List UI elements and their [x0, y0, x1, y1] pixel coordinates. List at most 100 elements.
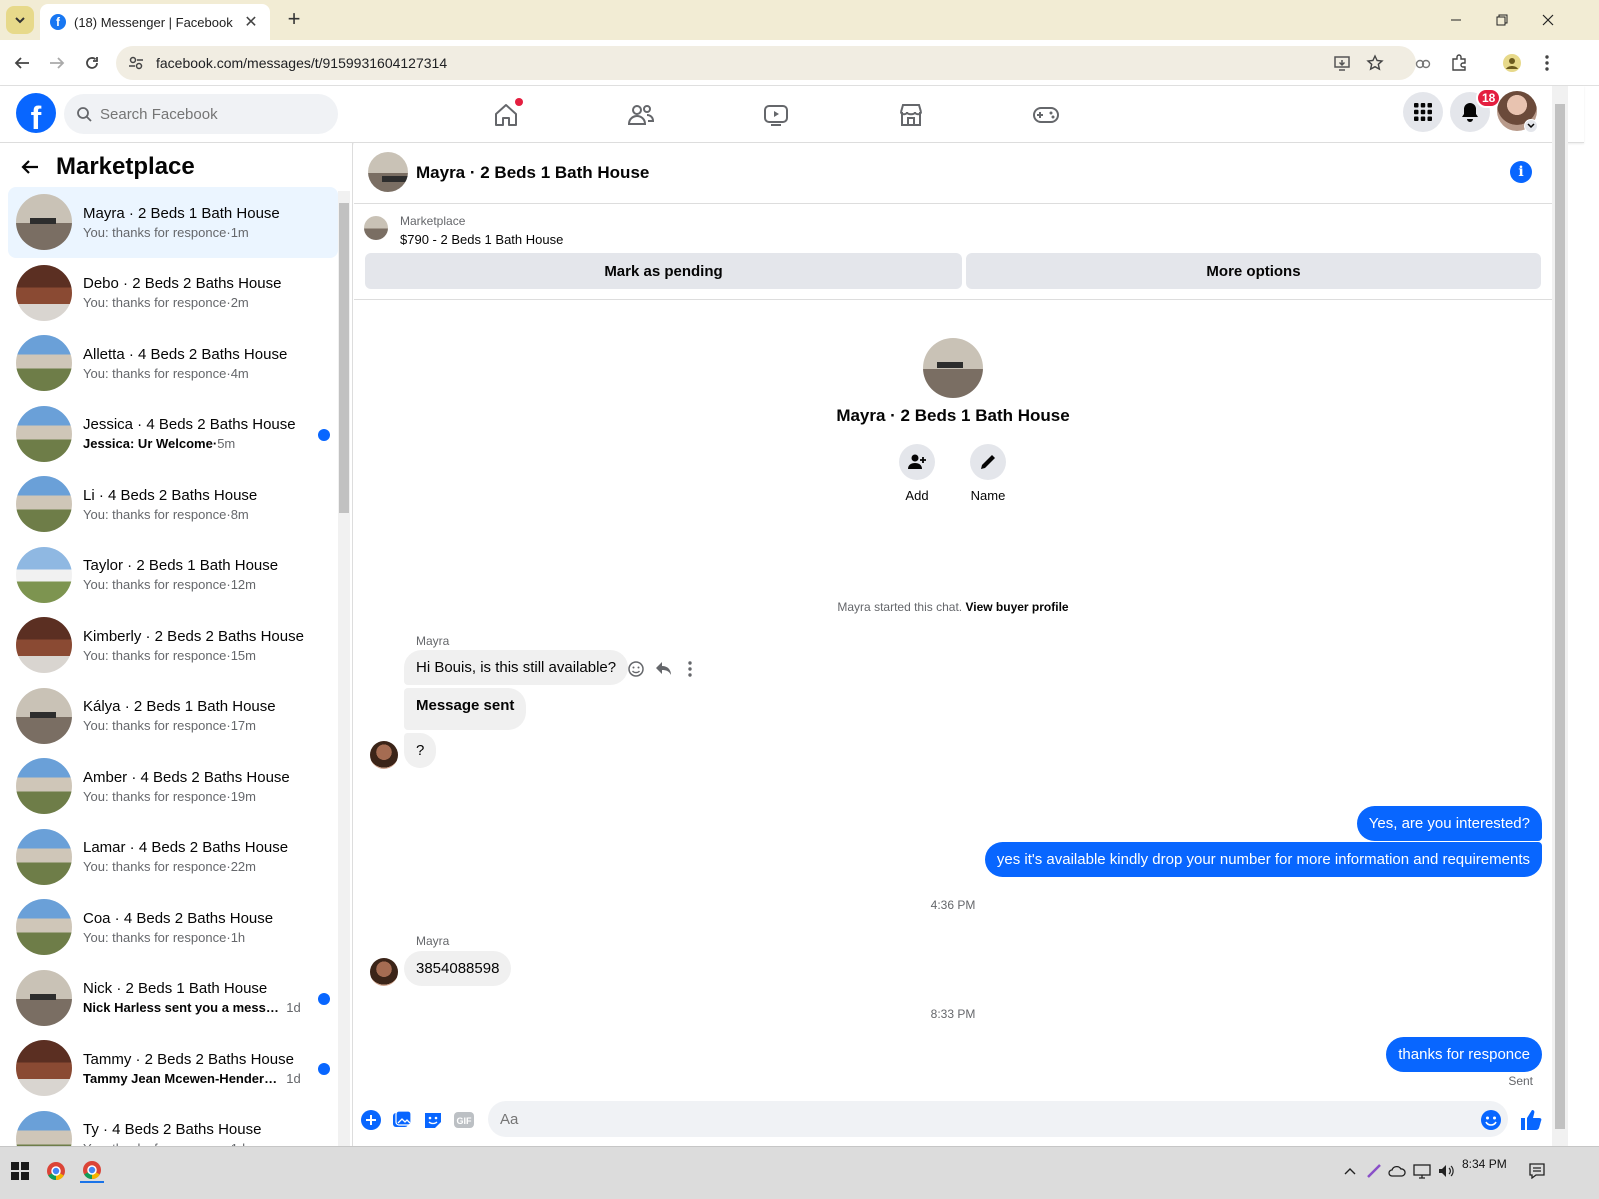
nav-home[interactable] [451, 92, 561, 138]
minimize-button[interactable] [1433, 0, 1479, 40]
tray-chevron-up-icon[interactable] [1338, 1159, 1362, 1183]
outgoing-message[interactable]: Yes, are you interested? [1356, 806, 1542, 841]
conversation-item[interactable]: Ty · 4 Beds 2 Baths HouseYou: thanks for… [8, 1104, 338, 1146]
account-chevron-down-icon[interactable] [1524, 119, 1538, 133]
react-smiley-icon[interactable] [628, 661, 644, 677]
conversation-item[interactable]: Tammy · 2 Beds 2 Baths House Tammy Jean M… [8, 1033, 338, 1104]
nav-gaming[interactable] [991, 92, 1101, 138]
message-input-box[interactable] [488, 1101, 1508, 1137]
reload-icon[interactable] [80, 51, 104, 75]
add-label: Add [905, 488, 929, 503]
conversation-time: 4m [230, 365, 249, 381]
network-tray-icon[interactable] [1410, 1159, 1434, 1183]
facebook-logo-icon[interactable]: f [16, 93, 56, 133]
outgoing-message[interactable]: thanks for responce [1386, 1037, 1542, 1072]
nav-marketplace[interactable] [856, 92, 966, 138]
incoming-message[interactable]: 3854088598 [404, 951, 512, 986]
more-actions-icon[interactable] [688, 661, 692, 677]
forward-arrow-icon[interactable] [45, 51, 69, 75]
windows-start-icon[interactable] [8, 1159, 32, 1183]
onedrive-tray-icon[interactable] [1385, 1159, 1409, 1183]
view-buyer-profile-link[interactable]: View buyer profile [965, 600, 1068, 614]
new-tab-button[interactable]: + [282, 8, 306, 32]
search-input[interactable] [100, 105, 320, 123]
conversation-item[interactable]: Jessica · 4 Beds 2 Baths House Jessica: U… [8, 399, 338, 470]
left-scrollbar[interactable] [338, 191, 350, 1146]
conversation-item[interactable]: Li · 4 Beds 2 Baths House You: thanks for… [8, 469, 338, 540]
close-tab-icon[interactable]: ✕ [242, 12, 260, 32]
tab-strip: f (18) Messenger | Facebook ✕ + [0, 0, 1599, 40]
conversation-item[interactable]: Kimberly · 2 Beds 2 Baths House You: than… [8, 610, 338, 681]
browser-tab-messenger[interactable]: f (18) Messenger | Facebook ✕ [40, 4, 270, 40]
conversation-item[interactable]: Lamar · 4 Beds 2 Baths House You: thanks … [8, 822, 338, 893]
close-window-button[interactable] [1525, 0, 1571, 40]
volume-tray-icon[interactable] [1434, 1159, 1458, 1183]
photo-icon[interactable] [391, 1109, 413, 1131]
sticker-icon[interactable] [422, 1109, 444, 1131]
plus-circle-icon[interactable] [360, 1109, 382, 1131]
profile-icon[interactable] [1500, 51, 1524, 75]
conversation-item[interactable]: Kálya · 2 Beds 1 Bath House You: thanks f… [8, 681, 338, 752]
marketplace-icon [900, 104, 922, 126]
emoji-icon[interactable] [1480, 1109, 1502, 1131]
add-action[interactable]: Add [887, 444, 947, 503]
sender-avatar[interactable] [370, 958, 398, 986]
listing-title[interactable]: $790 - 2 Beds 1 Bath House [400, 232, 563, 247]
more-options-button[interactable]: More options [966, 253, 1541, 289]
conversation-item[interactable]: Amber · 4 Beds 2 Baths House You: thanks … [8, 751, 338, 822]
pen-tray-icon[interactable] [1362, 1159, 1386, 1183]
conversation-item[interactable]: Mayra · 2 Beds 1 Bath House You: thanks f… [8, 187, 338, 258]
bookmark-star-icon[interactable] [1363, 51, 1387, 75]
nav-friends[interactable] [586, 92, 696, 138]
facebook-search-box[interactable] [64, 94, 338, 134]
install-app-icon[interactable] [1330, 51, 1354, 75]
extension-cloud-icon[interactable] [1411, 51, 1435, 75]
mark-as-pending-button[interactable]: Mark as pending [365, 253, 962, 289]
incoming-message[interactable]: Hi Bouis, is this still available? [404, 650, 629, 685]
conversation-item[interactable]: Nick · 2 Beds 1 Bath House Nick Harless s… [8, 963, 338, 1034]
message-input[interactable] [500, 1110, 1460, 1128]
thumbs-up-icon[interactable] [1520, 1109, 1542, 1131]
conversation-item[interactable]: Alletta · 4 Beds 2 Baths House You: thank… [8, 328, 338, 399]
chrome-taskbar-icon-active[interactable] [80, 1159, 104, 1183]
gif-icon[interactable]: GIF [453, 1109, 475, 1131]
conversation-time: 1d [286, 1000, 301, 1016]
conversation-preview: You: thanks for responce [83, 647, 227, 663]
site-info-icon[interactable] [128, 55, 144, 71]
conversation-item[interactable]: Debo · 2 Beds 2 Baths House You: thanks f… [8, 258, 338, 329]
nav-video[interactable] [721, 92, 831, 138]
outgoing-message[interactable]: yes it's available kindly drop your numb… [984, 842, 1542, 877]
menu-grid-button[interactable] [1403, 92, 1443, 132]
conversation-item[interactable]: Coa · 4 Beds 2 Baths House You: thanks fo… [8, 892, 338, 963]
page-scrollbar-thumb[interactable] [1555, 104, 1565, 1129]
conversation-name: Li · 4 Beds 2 Baths House [83, 486, 258, 504]
extensions-puzzle-icon[interactable] [1447, 51, 1471, 75]
pencil-icon [970, 444, 1006, 480]
chat-title[interactable]: Mayra · 2 Beds 1 Bath House [416, 163, 649, 183]
chrome-taskbar-icon[interactable] [44, 1159, 68, 1183]
info-icon[interactable]: i [1510, 161, 1532, 183]
back-arrow-icon[interactable] [10, 51, 34, 75]
taskbar-clock[interactable]: 8:34 PM [1462, 1157, 1507, 1171]
chrome-menu-icon[interactable] [1535, 51, 1559, 75]
chat-header: Mayra · 2 Beds 1 Bath House i [354, 143, 1552, 204]
back-arrow-icon[interactable] [20, 157, 40, 177]
tab-search-button[interactable] [6, 6, 34, 34]
windows-taskbar: 8:34 PM [0, 1146, 1599, 1199]
reply-icon[interactable] [655, 661, 672, 677]
facebook-favicon-icon: f [50, 14, 66, 30]
incoming-message[interactable]: ? [404, 733, 437, 768]
listing-thumbnail[interactable] [364, 216, 388, 240]
incoming-message[interactable]: Message sent [404, 688, 527, 730]
name-action[interactable]: Name [958, 444, 1018, 503]
chat-avatar[interactable] [368, 152, 408, 192]
conversation-item[interactable]: Taylor · 2 Beds 1 Bath House You: thanks … [8, 540, 338, 611]
sender-avatar[interactable] [370, 741, 398, 769]
profile-avatar[interactable] [923, 338, 983, 398]
restore-button[interactable] [1479, 0, 1525, 40]
notification-center-icon[interactable] [1525, 1159, 1549, 1183]
page-scrollbar[interactable] [1552, 86, 1568, 1146]
conversation-name: Jessica · 4 Beds 2 Baths House [83, 416, 296, 434]
left-scrollbar-thumb[interactable] [339, 203, 349, 513]
address-bar[interactable]: facebook.com/messages/t/9159931604127314 [116, 46, 1416, 80]
